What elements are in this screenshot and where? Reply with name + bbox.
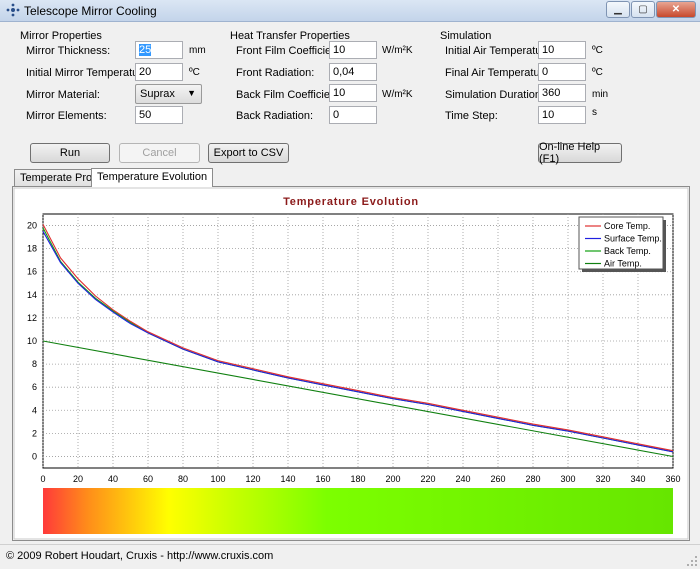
minimize-icon: ▁	[614, 4, 622, 15]
mirror-thickness-unit: mm	[189, 45, 206, 56]
mirror-material-value: Suprax	[140, 88, 175, 100]
back-radiation-label: Back Radiation:	[236, 110, 314, 122]
back-film-field[interactable]: 10	[329, 84, 377, 102]
x-tick-label: 340	[630, 474, 645, 484]
mirror-thickness-value: 25	[139, 44, 152, 56]
export-csv-button[interactable]: Export to CSV	[208, 143, 289, 163]
time-step-label: Time Step:	[445, 110, 498, 122]
simulation-duration-field[interactable]: 360	[538, 84, 586, 102]
front-film-label: Front Film Coefficient:	[236, 45, 344, 57]
cancel-button[interactable]: Cancel	[119, 143, 200, 163]
maximize-button[interactable]: ▢	[631, 1, 655, 18]
front-radiation-field[interactable]: 0,04	[329, 63, 377, 81]
front-radiation-label: Front Radiation:	[236, 67, 315, 79]
mirror-material-select[interactable]: Suprax ▼	[135, 84, 202, 104]
y-tick-label: 2	[32, 428, 37, 438]
y-tick-label: 4	[32, 405, 37, 415]
legend-label: Surface Temp.	[604, 234, 662, 244]
x-tick-label: 80	[178, 474, 188, 484]
chart-title: Temperature Evolution	[283, 196, 419, 208]
x-tick-label: 320	[595, 474, 610, 484]
x-tick-label: 60	[143, 474, 153, 484]
simulation-title: Simulation	[440, 30, 492, 42]
temperature-color-bar	[43, 488, 673, 534]
legend-label: Air Temp.	[604, 259, 642, 269]
online-help-button[interactable]: On-line Help (F1)	[538, 141, 622, 165]
back-film-label: Back Film Coefficient:	[236, 89, 343, 101]
x-tick-label: 240	[455, 474, 470, 484]
time-step-field[interactable]: 10	[538, 106, 586, 124]
window-controls: ▁ ▢ ✕	[605, 1, 696, 18]
x-tick-label: 280	[525, 474, 540, 484]
mirror-thickness-field[interactable]: 25	[135, 41, 183, 59]
close-button[interactable]: ✕	[656, 1, 696, 18]
simulation-duration-label: Simulation Duration:	[445, 89, 545, 101]
final-air-temp-field[interactable]: 0	[538, 63, 586, 81]
x-tick-label: 360	[665, 474, 680, 484]
legend-label: Core Temp.	[604, 221, 650, 231]
chart-legend: Core Temp. Surface Temp. Back Temp. Air Tem…	[578, 216, 666, 272]
minimize-button[interactable]: ▁	[606, 1, 630, 18]
mirror-properties-title: Mirror Properties	[20, 30, 102, 42]
y-tick-label: 8	[32, 359, 37, 369]
x-tick-label: 200	[385, 474, 400, 484]
x-tick-label: 180	[350, 474, 365, 484]
x-tick-label: 220	[420, 474, 435, 484]
final-air-temp-label: Final Air Temperature:	[445, 67, 553, 79]
y-tick-label: 20	[27, 221, 37, 231]
back-radiation-field[interactable]: 0	[329, 106, 377, 124]
y-tick-label: 16	[27, 267, 37, 277]
x-tick-label: 0	[40, 474, 45, 484]
legend-label: Back Temp.	[604, 246, 651, 256]
time-step-unit: s	[592, 107, 597, 118]
status-text: © 2009 Robert Houdart, Cruxis - http://w…	[6, 550, 274, 562]
y-tick-label: 6	[32, 382, 37, 392]
back-film-unit: W/m²K	[382, 89, 413, 100]
y-tick-label: 0	[32, 451, 37, 461]
initial-mirror-temp-field[interactable]: 20	[135, 63, 183, 81]
temperature-chart: Temperature Evolution024681012141618200 2…	[13, 187, 689, 540]
final-air-temp-unit: ºC	[592, 67, 603, 78]
initial-mirror-temp-unit: ºC	[189, 67, 200, 78]
mirror-material-label: Mirror Material:	[26, 89, 100, 101]
y-tick-label: 12	[27, 313, 37, 323]
initial-mirror-temp-label: Initial Mirror Temperature:	[26, 67, 152, 79]
x-tick-label: 260	[490, 474, 505, 484]
y-tick-label: 18	[27, 244, 37, 254]
mirror-thickness-label: Mirror Thickness:	[26, 45, 111, 57]
x-tick-label: 300	[560, 474, 575, 484]
status-bar: © 2009 Robert Houdart, Cruxis - http://w…	[0, 544, 700, 569]
x-tick-label: 40	[108, 474, 118, 484]
x-tick-label: 160	[315, 474, 330, 484]
tab-panel: Temperature Evolution 0 2 4 6 8 10 12 14 16 18 20 0 2…	[12, 186, 690, 541]
x-tick-label: 20	[73, 474, 83, 484]
chevron-down-icon: ▼	[187, 88, 196, 98]
run-button[interactable]: Run	[30, 143, 110, 163]
mirror-elements-field[interactable]: 50	[135, 106, 183, 124]
app-icon	[6, 3, 20, 17]
y-tick-label: 14	[27, 290, 37, 300]
maximize-icon: ▢	[638, 4, 648, 15]
front-film-field[interactable]: 10	[329, 41, 377, 59]
front-film-unit: W/m²K	[382, 45, 413, 56]
simulation-duration-unit: min	[592, 89, 609, 100]
window-title: Telescope Mirror Cooling	[24, 4, 157, 18]
initial-air-temp-field[interactable]: 10	[538, 41, 586, 59]
tab-temperature-evolution[interactable]: Temperature Evolution	[91, 168, 214, 187]
x-tick-label: 120	[245, 474, 260, 484]
y-tick-label: 10	[27, 336, 37, 346]
mirror-elements-label: Mirror Elements:	[26, 110, 107, 122]
x-tick-label: 140	[280, 474, 295, 484]
title-bar[interactable]: Telescope Mirror Cooling ▁ ▢ ✕	[0, 0, 700, 22]
resize-grip-icon[interactable]	[686, 555, 698, 567]
close-icon: ✕	[671, 4, 681, 15]
x-tick-label: 100	[210, 474, 225, 484]
initial-air-temp-unit: ºC	[592, 45, 603, 56]
